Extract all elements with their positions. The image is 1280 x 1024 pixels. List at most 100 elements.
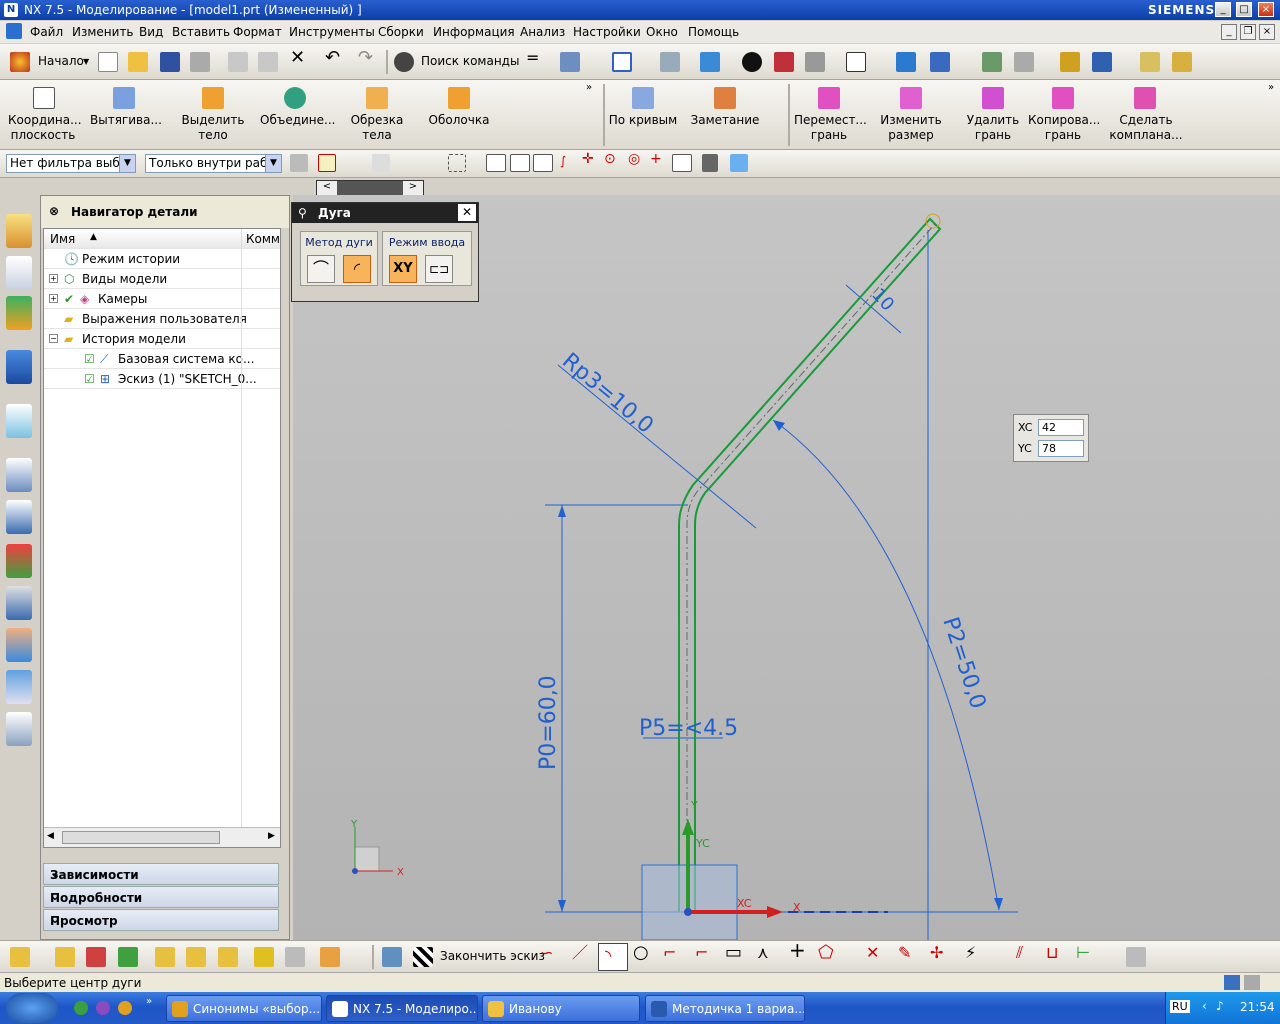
dimension-p0-label[interactable]: P0=60,0	[536, 675, 561, 770]
fit-icon[interactable]	[612, 52, 632, 72]
overflow-chevron-icon[interactable]: »	[586, 80, 592, 95]
menu-tools[interactable]: Инструменты	[289, 25, 375, 39]
studio-spline-icon[interactable]: ⬠	[818, 944, 834, 962]
wcs-icon[interactable]	[896, 52, 916, 72]
checkbox-icon[interactable]: ☑	[84, 352, 95, 366]
checkbox-icon[interactable]: ☑	[84, 372, 95, 386]
system-materials-icon[interactable]	[6, 500, 32, 534]
make-corner-icon[interactable]: ✢	[930, 945, 943, 961]
dialog-titlebar[interactable]: ⚲ Дуга ✕	[292, 203, 478, 223]
point-tool-icon[interactable]: +	[789, 940, 806, 960]
dialog-close-button[interactable]: ✕	[458, 204, 476, 221]
snap-point-on-icon[interactable]: +	[650, 152, 662, 167]
update-icon[interactable]	[118, 947, 138, 967]
print-icon[interactable]	[190, 52, 210, 72]
sketch-task-icon[interactable]	[382, 947, 402, 967]
chamfer-icon[interactable]: ⌐	[695, 945, 708, 961]
view-orient-icon[interactable]	[700, 52, 720, 72]
snap-point-icon[interactable]	[318, 154, 336, 172]
web-browser-icon[interactable]	[6, 404, 32, 438]
paperclip-icon[interactable]	[254, 947, 274, 967]
tree-item[interactable]: ☑ ⊞ Эскиз (1) "SKETCH_0...	[44, 369, 280, 389]
tree-item[interactable]: ☑ ⟋ Базовая система ко...	[44, 349, 280, 369]
start-icon[interactable]	[10, 52, 30, 72]
offset-curve-icon[interactable]: ⚡	[965, 945, 976, 961]
measure-distance-icon[interactable]	[1140, 52, 1160, 72]
scroll-left-icon[interactable]: ◀	[47, 831, 54, 841]
menu-window[interactable]: Окно	[646, 25, 678, 39]
wcs-orient-icon[interactable]	[930, 52, 950, 72]
menu-format[interactable]: Формат	[233, 25, 282, 39]
tree-item[interactable]: − ▰ История модели	[44, 329, 280, 349]
dimension-rp3-label[interactable]: Rp3=10,0	[557, 348, 658, 438]
line-icon[interactable]: ／	[572, 945, 588, 961]
evaluate-icon[interactable]	[186, 947, 206, 967]
perspective-icon[interactable]	[660, 52, 680, 72]
snap-quadrant-icon[interactable]: ◎	[628, 152, 640, 167]
measure-angle-icon[interactable]	[1172, 52, 1192, 72]
sketch-options-icon[interactable]	[1126, 947, 1146, 967]
scroll-thumb[interactable]	[62, 831, 220, 844]
menu-assemblies[interactable]: Сборки	[378, 25, 424, 39]
start-button[interactable]: Начало	[38, 54, 84, 69]
reuse-library-icon[interactable]	[6, 296, 32, 330]
background-icon[interactable]	[846, 52, 866, 72]
type-filter-select[interactable]: Нет фильтра выбор ▼	[6, 154, 136, 173]
snap-control-icon[interactable]	[533, 154, 553, 172]
filter-icon[interactable]	[290, 154, 308, 172]
scroll-right-icon[interactable]: ▶	[268, 831, 275, 841]
fillet-icon[interactable]: ⌐	[663, 945, 676, 961]
pin-icon[interactable]: ⊗	[49, 204, 59, 218]
users-icon[interactable]	[6, 628, 32, 662]
cube-icon[interactable]	[730, 154, 748, 172]
reattach-icon[interactable]	[55, 947, 75, 967]
pin-icon[interactable]: ⚲	[298, 206, 307, 220]
arc-center-endpoints-button[interactable]: ◜	[343, 255, 371, 283]
snap-list-icon[interactable]	[702, 154, 718, 172]
task-nx[interactable]: NX 7.5 - Моделиро...	[326, 995, 478, 1022]
quicklaunch-chevron-icon[interactable]: »	[146, 996, 152, 1007]
dimension-p2-label[interactable]: P2=50,0	[937, 614, 990, 712]
language-indicator[interactable]: RU	[1170, 1000, 1190, 1013]
snap-midpoint-icon[interactable]	[510, 154, 530, 172]
edge-display-icon[interactable]	[774, 52, 794, 72]
part-navigator-icon[interactable]	[6, 256, 32, 290]
volume-icon[interactable]: ♪	[1216, 999, 1224, 1013]
collapse-icon[interactable]: −	[49, 334, 58, 343]
tree-item[interactable]: ▰ Выражения пользователя	[44, 309, 280, 329]
open-folder-icon[interactable]	[128, 52, 148, 72]
yc-field[interactable]: 78	[1038, 440, 1084, 457]
section-preview[interactable]: Просмотр ⌄	[43, 909, 279, 931]
eraser-icon[interactable]	[372, 154, 390, 172]
parallel-constraint-icon[interactable]: ⫽	[1016, 945, 1023, 961]
quick-trim-icon[interactable]: ✕	[866, 945, 879, 961]
update-model-icon[interactable]	[218, 947, 238, 967]
xy-mode-button[interactable]: XY	[389, 255, 417, 283]
column-comment-header[interactable]: Комм	[246, 232, 280, 246]
status-icon-2[interactable]	[1244, 975, 1260, 990]
alternate-solution-icon[interactable]	[285, 947, 305, 967]
section-details[interactable]: Подробности ⌄	[43, 886, 279, 908]
quicklaunch-icon[interactable]	[96, 1001, 110, 1015]
dimension-thickness-label[interactable]: 10	[867, 284, 898, 315]
menu-edit[interactable]: Изменить	[72, 25, 134, 39]
rectangle-icon[interactable]: ▭	[725, 944, 742, 962]
delete-icon[interactable]: ✕	[290, 49, 305, 67]
menu-preferences[interactable]: Настройки	[573, 25, 641, 39]
minimize-button[interactable]: _	[1215, 2, 1231, 17]
expand-icon[interactable]: +	[49, 274, 58, 283]
dimension-tool-icon[interactable]: ⊔	[1046, 945, 1058, 961]
rendering-icon[interactable]	[742, 52, 762, 72]
rectangle-select-icon[interactable]	[448, 154, 466, 172]
snap-point-on-curve-icon[interactable]	[672, 154, 692, 172]
menu-view[interactable]: Вид	[139, 25, 163, 39]
new-file-icon[interactable]	[98, 52, 118, 72]
circle-icon[interactable]: ○	[633, 944, 649, 962]
column-name-header[interactable]: Имя	[50, 232, 75, 246]
scope-filter-select[interactable]: Только внутри рабо ▼	[145, 154, 282, 173]
task-browser[interactable]: Синонимы «выбор...	[166, 995, 322, 1022]
close-button[interactable]: ×	[1258, 2, 1274, 17]
point-icon[interactable]	[1092, 52, 1112, 72]
overflow-chevron-icon[interactable]: »	[1268, 80, 1274, 95]
status-icon-1[interactable]	[1224, 975, 1240, 990]
